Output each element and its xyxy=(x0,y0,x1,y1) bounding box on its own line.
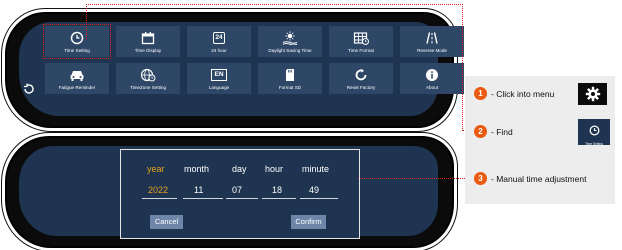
tile-label: 24 hour xyxy=(211,48,227,53)
tile-24-hour[interactable]: 24 24 hour xyxy=(187,26,251,57)
step-number: 2 xyxy=(474,125,487,138)
tile-label: Time Setting xyxy=(64,48,90,53)
connector-step3 xyxy=(358,178,473,179)
minute-value[interactable]: 49 xyxy=(309,185,319,195)
month-value[interactable]: 11 xyxy=(194,185,203,195)
globe-clock-icon xyxy=(139,67,157,83)
step-text: - Find xyxy=(491,126,513,137)
hour-underline xyxy=(262,198,296,199)
step-text: - Manual time adjustment xyxy=(491,173,587,184)
language-icon: EN xyxy=(210,67,228,83)
tile-label: Time Display xyxy=(134,48,162,53)
sun-icon xyxy=(281,30,299,46)
gear-icon xyxy=(578,83,607,105)
time-setting-mini-tile: Time Setting xyxy=(578,119,610,146)
year-value[interactable]: 2022 xyxy=(148,185,168,195)
year-underline xyxy=(142,198,177,199)
step-2: 2 - Find xyxy=(474,125,513,138)
tile-label: Reset Factory xyxy=(346,85,376,90)
tile-label: About xyxy=(425,85,438,90)
connector-left xyxy=(86,4,87,39)
tile-label: Daylight Saving Time xyxy=(268,48,312,53)
year-header: year xyxy=(147,164,165,174)
minute-underline xyxy=(300,198,338,199)
tile-format-sd[interactable]: Format SD xyxy=(258,63,322,94)
connector-top xyxy=(86,4,463,5)
clock-icon xyxy=(68,30,86,46)
tile-about[interactable]: About xyxy=(400,63,464,94)
grid-clock-icon xyxy=(352,30,370,46)
tile-label: Reverse Mode xyxy=(417,48,447,53)
menu-grid: Time Setting Time Display 24 24 hour Day… xyxy=(43,24,464,94)
time-setting-dialog: year month day hour minute 2022 11 07 18… xyxy=(120,149,360,239)
mini-tile-label: Time Setting xyxy=(585,142,603,146)
tile-label: Format SD xyxy=(278,85,302,90)
tile-time-format[interactable]: Time Format xyxy=(329,26,393,57)
month-underline xyxy=(183,198,223,199)
connector-right xyxy=(462,4,463,131)
tile-reverse-mode[interactable]: Reverse Mode xyxy=(400,26,464,57)
cancel-button[interactable]: Cancel xyxy=(150,215,183,229)
tile-time-setting[interactable]: Time Setting xyxy=(43,24,111,59)
step-3: 3 - Manual time adjustment xyxy=(474,172,586,185)
sd-card-icon xyxy=(281,67,299,83)
back-arrow-icon[interactable] xyxy=(22,83,36,97)
tile-reset-factory[interactable]: Reset Factory xyxy=(329,63,393,94)
24-hour-icon: 24 xyxy=(210,30,228,46)
tile-label: Language xyxy=(208,85,230,90)
day-underline xyxy=(226,198,258,199)
hour-value[interactable]: 18 xyxy=(272,185,282,195)
step-number: 3 xyxy=(474,172,487,185)
day-header: day xyxy=(232,164,247,174)
confirm-button[interactable]: Confirm xyxy=(291,215,326,229)
step-number: 1 xyxy=(474,87,487,100)
step-text: - Click into menu xyxy=(491,88,555,99)
tile-fatigue-reminder[interactable]: Fatigue Reminder xyxy=(45,63,109,94)
tile-label: Time Format xyxy=(348,48,374,53)
calendar-icon xyxy=(139,30,157,46)
tile-label: Fatigue Reminder xyxy=(58,85,96,90)
reset-icon xyxy=(352,67,370,83)
tile-language[interactable]: EN Language xyxy=(187,63,251,94)
tile-label: TimeZone Setting xyxy=(129,85,167,90)
day-value[interactable]: 07 xyxy=(232,185,242,195)
tile-daylight-saving-time[interactable]: Daylight Saving Time xyxy=(258,26,322,57)
clock-icon xyxy=(589,123,600,141)
car-icon xyxy=(68,67,86,83)
road-icon xyxy=(423,30,441,46)
step-1: 1 - Click into menu xyxy=(474,87,554,100)
minute-header: minute xyxy=(302,164,330,174)
tile-time-display[interactable]: Time Display xyxy=(116,26,180,57)
info-icon xyxy=(423,67,441,83)
month-header: month xyxy=(184,164,210,174)
tile-timezone-setting[interactable]: TimeZone Setting xyxy=(116,63,180,94)
hour-header: hour xyxy=(265,164,284,174)
